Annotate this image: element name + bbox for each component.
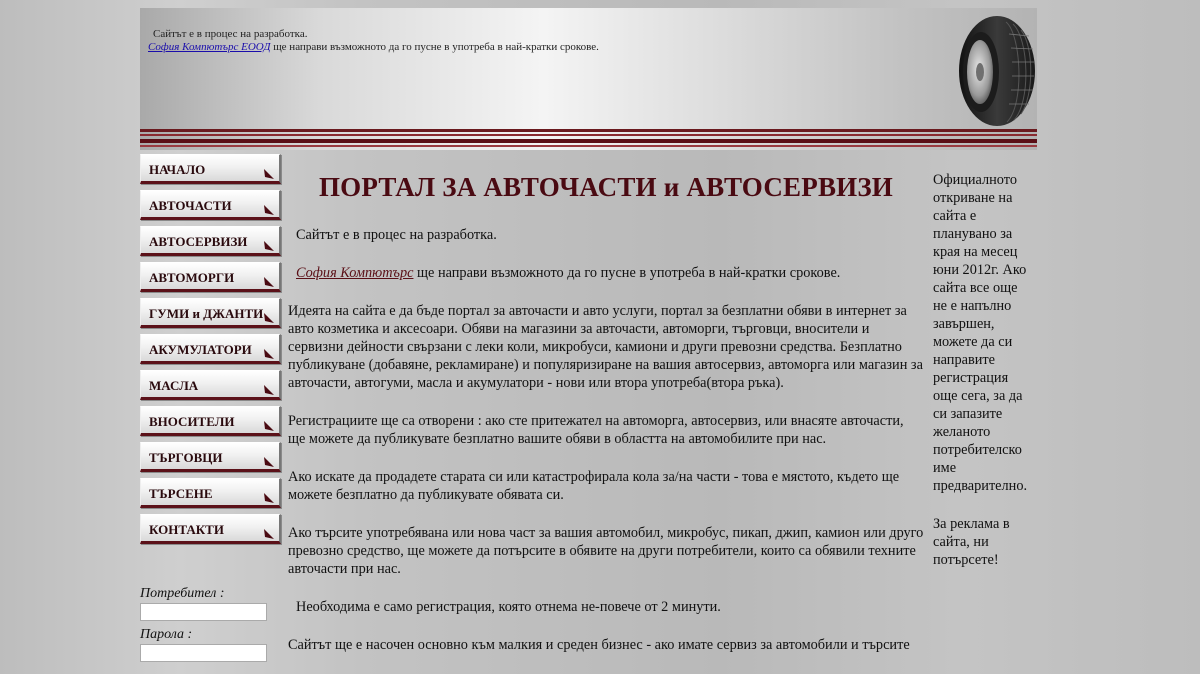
username-input[interactable] [140, 603, 267, 621]
arrow-icon [264, 313, 274, 323]
header-stripe [140, 139, 1037, 143]
header-notice-rest: ще направи възможното да го пусне в упот… [270, 41, 599, 53]
nav-button-label: АВТОМОРГИ [149, 270, 235, 285]
header-stripe [140, 145, 1037, 147]
nav-button-1[interactable]: АВТОЧАСТИ [140, 190, 281, 220]
arrow-icon [264, 205, 274, 215]
paragraph-status: Сайтът е в процес на разработка. [296, 227, 497, 243]
nav-button-3[interactable]: АВТОМОРГИ [140, 262, 281, 292]
page-container: Сайтът е в процес на разработка. София К… [140, 8, 1037, 670]
nav-button-label: ВНОСИТЕЛИ [149, 414, 235, 429]
paragraph-company-rest: ще направи възможното да го пусне в упот… [413, 265, 841, 281]
nav-button-8[interactable]: ТЪРГОВЦИ [140, 442, 281, 472]
paragraph-registration-time: Необходима е само регистрация, която отн… [296, 599, 721, 615]
arrow-icon [264, 349, 274, 359]
header-stripe [140, 129, 1037, 132]
paragraph-company: София Компютърс ще направи възможното да… [288, 264, 924, 282]
nav-button-label: КОНТАКТИ [149, 522, 224, 537]
sidebar-nav: НАЧАЛО АВТОЧАСТИ АВТОСЕРВИЗИ АВТОМОРГИ ГУМИ … [140, 154, 285, 550]
nav-button-label: АВТОСЕРВИЗИ [149, 234, 248, 249]
nav-button-label: ГУМИ и ДЖАНТИ [149, 306, 264, 321]
right-ad-note: За реклама в сайта, ни потърсете! [933, 516, 1010, 568]
login-form: Потребител : Парола : [140, 586, 270, 668]
nav-button-label: АВТОЧАСТИ [149, 198, 232, 213]
arrow-icon [264, 277, 274, 287]
nav-button-4[interactable]: ГУМИ и ДЖАНТИ [140, 298, 281, 328]
arrow-icon [264, 169, 274, 179]
arrow-icon [264, 529, 274, 539]
header-notice-line1: Сайтът е в процес на разработка. [153, 28, 308, 40]
paragraph-search-parts: Ако търсите употребявана или нова част з… [288, 525, 924, 577]
nav-button-7[interactable]: ВНОСИТЕЛИ [140, 406, 281, 436]
tire-logo-image [959, 16, 1035, 126]
nav-button-2[interactable]: АВТОСЕРВИЗИ [140, 226, 281, 256]
paragraph-idea: Идеята на сайта е да бъде портал за авто… [288, 303, 923, 391]
page-title: ПОРТАЛ ЗА АВТОЧАСТИ и АВТОСЕРВИЗИ [318, 172, 894, 202]
password-input[interactable] [140, 644, 267, 662]
nav-button-label: МАСЛА [149, 378, 199, 393]
nav-button-5[interactable]: АКУМУЛАТОРИ [140, 334, 281, 364]
right-sidebar: Официалното откриване на сайта е планува… [933, 171, 1033, 589]
nav-button-0[interactable]: НАЧАЛО [140, 154, 281, 184]
main-content: ПОРТАЛ ЗА АВТОЧАСТИ и АВТОСЕРВИЗИ Сайтът… [288, 168, 924, 674]
paragraph-sell-car: Ако искате да продадете старата си или к… [288, 469, 900, 503]
header-notice-line2: София Компютърс ЕООД ще направи възможно… [148, 41, 599, 54]
arrow-icon [264, 457, 274, 467]
nav-button-label: АКУМУЛАТОРИ [149, 342, 252, 357]
paragraph-business: Сайтът ще е насочен основно към малкия и… [288, 637, 910, 653]
nav-button-label: ТЪРСЕНЕ [149, 486, 213, 501]
header-notice: Сайтът е в процес на разработка. София К… [148, 28, 599, 54]
nav-button-label: ТЪРГОВЦИ [149, 450, 223, 465]
nav-button-label: НАЧАЛО [149, 162, 206, 177]
header-stripe [140, 134, 1037, 136]
username-label: Потребител : [140, 586, 225, 601]
password-label: Парола : [140, 627, 193, 642]
nav-button-9[interactable]: ТЪРСЕНЕ [140, 478, 281, 508]
paragraph-registration: Регистрациите ще са отворени : ако сте п… [288, 413, 904, 447]
arrow-icon [264, 241, 274, 251]
arrow-icon [264, 385, 274, 395]
company-link[interactable]: София Компютърс ЕООД [148, 41, 270, 53]
right-opening-note: Официалното откриване на сайта е планува… [933, 172, 1028, 494]
arrow-icon [264, 493, 274, 503]
nav-button-6[interactable]: МАСЛА [140, 370, 281, 400]
nav-button-10[interactable]: КОНТАКТИ [140, 514, 281, 544]
company-link-main[interactable]: София Компютърс [296, 265, 413, 281]
site-header: Сайтът е в процес на разработка. София К… [140, 8, 1037, 150]
arrow-icon [264, 421, 274, 431]
